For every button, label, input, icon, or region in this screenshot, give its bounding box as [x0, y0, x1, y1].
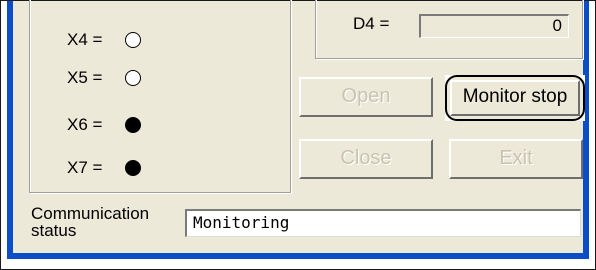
input-row-x5: X5 = [67, 66, 141, 90]
window-right-border [583, 1, 589, 257]
input-row-x6: X6 = [67, 113, 141, 137]
window-bottom-border [7, 253, 589, 259]
monitor-stop-label: Monitor stop [450, 80, 580, 116]
screenshot-frame: X4 = X5 = X6 = X7 = D4 = 0 Open Monitor … [0, 0, 596, 270]
input-row-x7: X7 = [67, 156, 141, 180]
open-button[interactable]: Open [299, 77, 433, 117]
exit-button[interactable]: Exit [449, 139, 583, 179]
communication-status-label-line2: status [31, 221, 77, 240]
d4-value-field: 0 [419, 14, 569, 38]
status-led-icon [125, 32, 141, 48]
monitor-stop-button[interactable]: Monitor stop [445, 75, 585, 121]
status-led-icon [125, 70, 141, 86]
input-label: X5 = [67, 68, 103, 87]
input-label: X7 = [67, 158, 103, 177]
input-label: X4 = [67, 30, 103, 49]
input-row-x4: X4 = [67, 28, 141, 52]
communication-status-label-line1: Communication [31, 204, 150, 223]
d4-label: D4 = [353, 14, 390, 33]
communication-status-field: Monitoring [185, 209, 581, 237]
communication-status-label: Communication status [31, 205, 181, 239]
close-button[interactable]: Close [299, 139, 433, 179]
status-led-icon [125, 117, 141, 133]
status-led-icon [125, 160, 141, 176]
input-label: X6 = [67, 115, 103, 134]
